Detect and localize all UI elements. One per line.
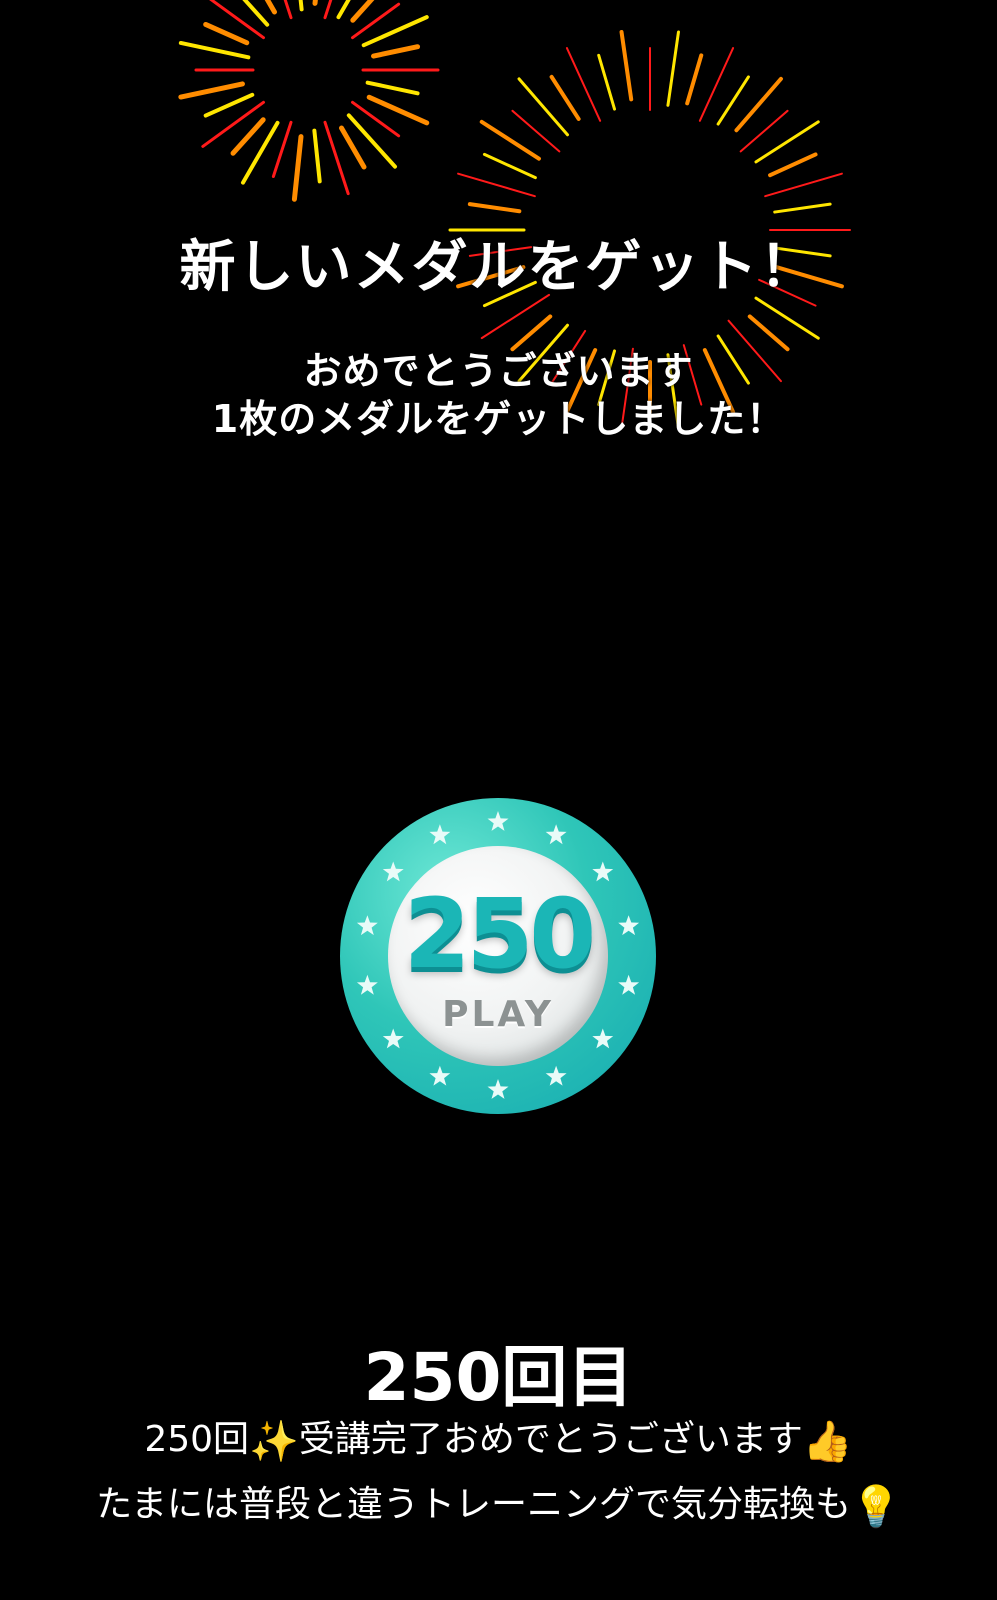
firework-ray (203, 21, 250, 46)
star-icon (618, 915, 640, 936)
star-icon (429, 824, 451, 845)
firework-ray (323, 120, 350, 196)
firework-ray (764, 172, 843, 198)
message-line-2: たまには普段と違うトレーニングで気分転換も💡 (0, 1475, 997, 1527)
star-icon (429, 1065, 451, 1086)
firework-ray (336, 0, 351, 20)
star-icon (545, 824, 567, 845)
headline: 新しいメダルをゲット！ (179, 235, 818, 300)
medal-center: 250 PLAY (388, 846, 608, 1066)
firework-ray (734, 76, 783, 133)
star-icon (618, 974, 640, 995)
firework-ray (271, 120, 293, 179)
message-congrats-text: 受講完了おめでとうございます (298, 1419, 803, 1460)
firework-ray (264, 0, 277, 15)
star-icon (487, 811, 509, 831)
firework-ray (361, 15, 429, 48)
firework-ray (457, 172, 536, 198)
firework-burst-left (178, 0, 440, 202)
firework-ray (230, 117, 266, 156)
firework-ray (371, 44, 421, 59)
firework-ray (773, 202, 832, 214)
firework-ray (350, 100, 401, 138)
medal-number: 250 (403, 878, 596, 990)
firework-ray (366, 94, 430, 126)
message-line-1: 250回✨受講完了おめでとうございます👍 (0, 1410, 997, 1462)
firework-ray (339, 125, 367, 170)
firework-ray (666, 30, 680, 107)
medal-award-screen: 新しいメダルをゲット！ おめでとうございます 1枚のメダルをゲットしました！ 2… (0, 0, 997, 1600)
firework-ray (467, 202, 522, 214)
firework-ray (482, 152, 537, 180)
medal-badge: 250 PLAY (340, 798, 656, 1114)
firework-ray (178, 81, 245, 100)
star-icon (356, 974, 378, 995)
firework-ray (346, 113, 397, 169)
firework-ray (716, 75, 750, 126)
firework-ray (754, 120, 820, 164)
medal-label: PLAY (442, 994, 554, 1035)
firework-ray (597, 53, 617, 111)
firework-ray (242, 0, 270, 27)
firework-ray (312, 0, 318, 6)
firework-ray (619, 30, 634, 102)
firework-ray (565, 47, 602, 122)
firework-ray (698, 47, 735, 122)
message-tip-text: たまには普段と違うトレーニングで気分転換も (96, 1484, 852, 1525)
firework-ray (209, 0, 266, 40)
firework-ray (549, 74, 581, 121)
firework-ray (241, 120, 280, 185)
sparkles-icon: ✨ (249, 1419, 299, 1465)
firework-ray (365, 80, 420, 96)
firework-ray (739, 109, 789, 153)
thumbs-up-icon: 👍 (802, 1419, 853, 1465)
firework-ray (350, 0, 375, 23)
firework-ray (312, 128, 322, 184)
firework-ray (350, 2, 401, 40)
firework-ray (291, 134, 304, 202)
medal-earned-line: 1枚のメダルをゲットしました！ (211, 397, 786, 441)
firework-ray (178, 40, 251, 60)
firework-ray (511, 109, 561, 153)
firework-ray (517, 77, 569, 137)
firework-ray (479, 119, 541, 161)
firework-ray (298, 0, 304, 12)
star-icon (487, 1079, 509, 1099)
firework-ray (203, 92, 255, 118)
firework-ray (323, 0, 333, 20)
light-bulb-icon: 💡 (851, 1484, 901, 1530)
message-count-text: 250回 (144, 1419, 250, 1460)
firework-ray (768, 152, 818, 178)
star-icon (545, 1065, 567, 1086)
firework-ray (754, 296, 820, 340)
play-count-title: 250回目 (363, 1339, 634, 1416)
congrats-line: おめでとうございます (303, 349, 694, 393)
firework-ray (283, 0, 293, 20)
firework-ray (201, 100, 266, 148)
firework-ray (685, 53, 704, 106)
star-icon (356, 915, 378, 936)
